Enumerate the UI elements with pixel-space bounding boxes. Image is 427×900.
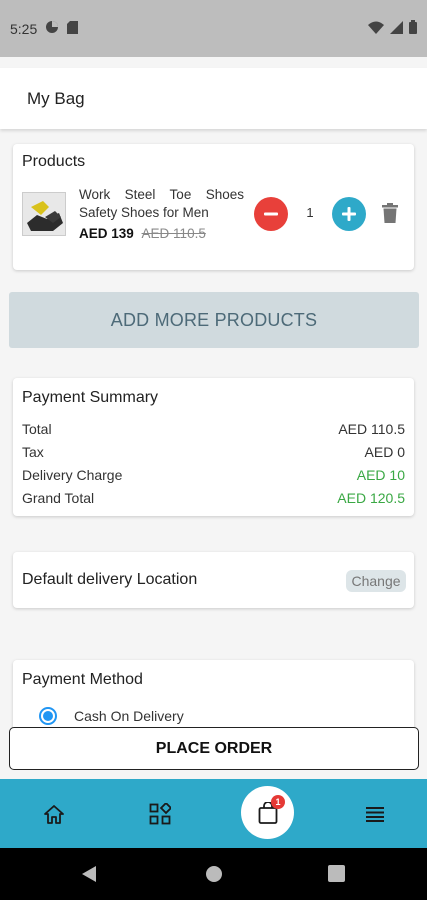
summary-label: Delivery Charge <box>22 467 123 483</box>
product-image[interactable] <box>22 192 66 236</box>
minus-icon <box>264 212 278 216</box>
summary-row-total: Total AED 110.5 <box>22 421 405 437</box>
menu-icon <box>366 807 384 822</box>
radio-selected-dot <box>43 711 53 721</box>
increase-quantity-button[interactable] <box>332 197 366 231</box>
payment-method-title: Payment Method <box>22 671 143 688</box>
recents-icon <box>328 865 345 882</box>
summary-row-grand-total: Grand Total AED 120.5 <box>22 490 405 506</box>
price-line: AED 139 AED 110.5 <box>79 226 206 241</box>
nav-cart[interactable]: 1 <box>241 786 294 839</box>
summary-row-delivery-charge: Delivery Charge AED 10 <box>22 467 405 483</box>
payment-summary-card: Payment Summary Total AED 110.5 Tax AED … <box>13 378 414 516</box>
product-name[interactable]: Work Steel Toe Shoes Safety Shoes for Me… <box>79 186 244 222</box>
place-order-button[interactable]: PLACE ORDER <box>9 727 419 770</box>
status-bar: 5:25 <box>0 0 427 57</box>
delivery-location-card: Default delivery Location Change <box>13 552 414 608</box>
categories-icon <box>149 803 171 825</box>
data-saver-icon <box>45 20 59 37</box>
summary-value: AED 110.5 <box>338 421 405 437</box>
summary-value: AED 120.5 <box>337 490 405 506</box>
home-icon <box>44 804 64 824</box>
summary-row-tax: Tax AED 0 <box>22 444 405 460</box>
change-location-button[interactable]: Change <box>346 570 406 592</box>
nav-home[interactable] <box>41 801 67 827</box>
delete-item-button[interactable] <box>382 203 402 225</box>
page-title: My Bag <box>27 88 85 108</box>
wifi-icon <box>368 21 384 37</box>
app-bar: My Bag <box>0 68 427 129</box>
summary-value: AED 0 <box>364 444 405 460</box>
cash-on-delivery-label[interactable]: Cash On Delivery <box>74 708 184 724</box>
back-button[interactable] <box>81 865 97 888</box>
status-time: 5:25 <box>10 20 38 37</box>
product-old-price: AED 110.5 <box>141 226 206 241</box>
summary-label: Grand Total <box>22 490 95 506</box>
circle-home-icon <box>206 866 222 882</box>
back-icon <box>82 866 96 882</box>
product-price: AED 139 <box>79 226 134 241</box>
quantity-value: 1 <box>306 205 314 220</box>
system-navigation-bar <box>0 848 427 900</box>
trash-icon <box>382 203 398 223</box>
decrease-quantity-button[interactable] <box>254 197 288 231</box>
summary-label: Tax <box>22 444 44 460</box>
summary-label: Total <box>22 421 52 437</box>
battery-icon <box>409 20 417 37</box>
summary-value: AED 10 <box>356 467 405 483</box>
delivery-location-title: Default delivery Location <box>22 571 198 588</box>
sd-card-icon <box>67 20 79 37</box>
nav-categories[interactable] <box>147 801 173 827</box>
cash-on-delivery-radio[interactable] <box>39 707 57 725</box>
products-title: Products <box>22 153 86 170</box>
cart-badge: 1 <box>271 795 285 809</box>
signal-icon <box>390 20 403 37</box>
add-more-products-button[interactable]: ADD MORE PRODUCTS <box>9 292 419 348</box>
payment-summary-title: Payment Summary <box>22 389 159 406</box>
nav-menu[interactable] <box>362 801 388 827</box>
plus-icon <box>342 207 356 221</box>
bottom-nav: 1 <box>0 779 427 848</box>
recents-button[interactable] <box>328 865 345 887</box>
home-system-button[interactable] <box>205 865 223 888</box>
